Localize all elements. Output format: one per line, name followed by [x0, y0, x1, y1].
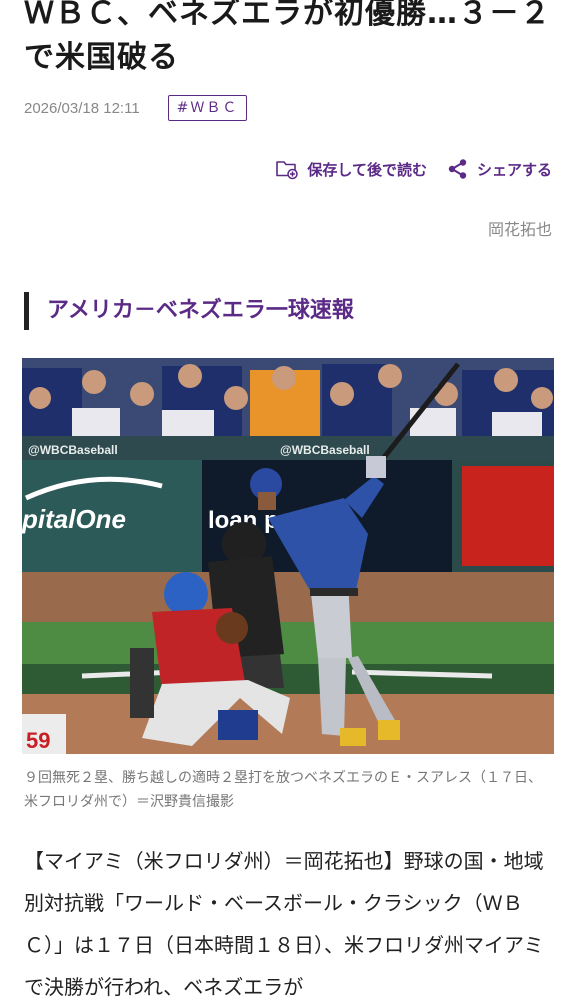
wall-text-left: @WBCBaseball [28, 443, 118, 457]
article-photo: @WBCBaseball @WBCBaseball pitalOne loan … [22, 358, 554, 754]
publish-date: 2026/03/18 12:11 [24, 99, 140, 117]
wall-text-right: @WBCBaseball [280, 443, 370, 457]
article-title: ＷＢＣ、ベネズエラが初優勝…３－２で米国破る [24, 0, 551, 75]
share-label: シェアする [476, 160, 552, 179]
article-actions: 保存して後で読む シェアする [255, 158, 552, 180]
tag-wbc[interactable]: #ＷＢＣ [167, 95, 248, 121]
live-updates-heading[interactable]: アメリカ－ベネズエラ一球速報 [24, 292, 354, 330]
author-byline: 岡花拓也 [487, 220, 552, 239]
uniform-number: 59 [26, 728, 50, 753]
save-for-later-button[interactable]: 保存して後で読む [275, 158, 427, 180]
folder-plus-icon [276, 161, 299, 180]
photo-caption: ９回無死２塁、勝ち越しの適時２塁打を放つベネズエラのＥ・スアレス（１７日、米フロ… [24, 770, 542, 810]
save-for-later-label: 保存して後で読む [307, 160, 427, 179]
sponsor-left: pitalOne [22, 504, 126, 534]
article-body: 【マイアミ（米フロリダ州）＝岡花拓也】野球の国・地域別対抗戦「ワールド・ベースボ… [24, 849, 544, 999]
share-button[interactable]: シェアする [447, 158, 552, 180]
share-icon [448, 159, 467, 179]
article-meta: 2026/03/18 12:11 #ＷＢＣ [24, 94, 248, 122]
